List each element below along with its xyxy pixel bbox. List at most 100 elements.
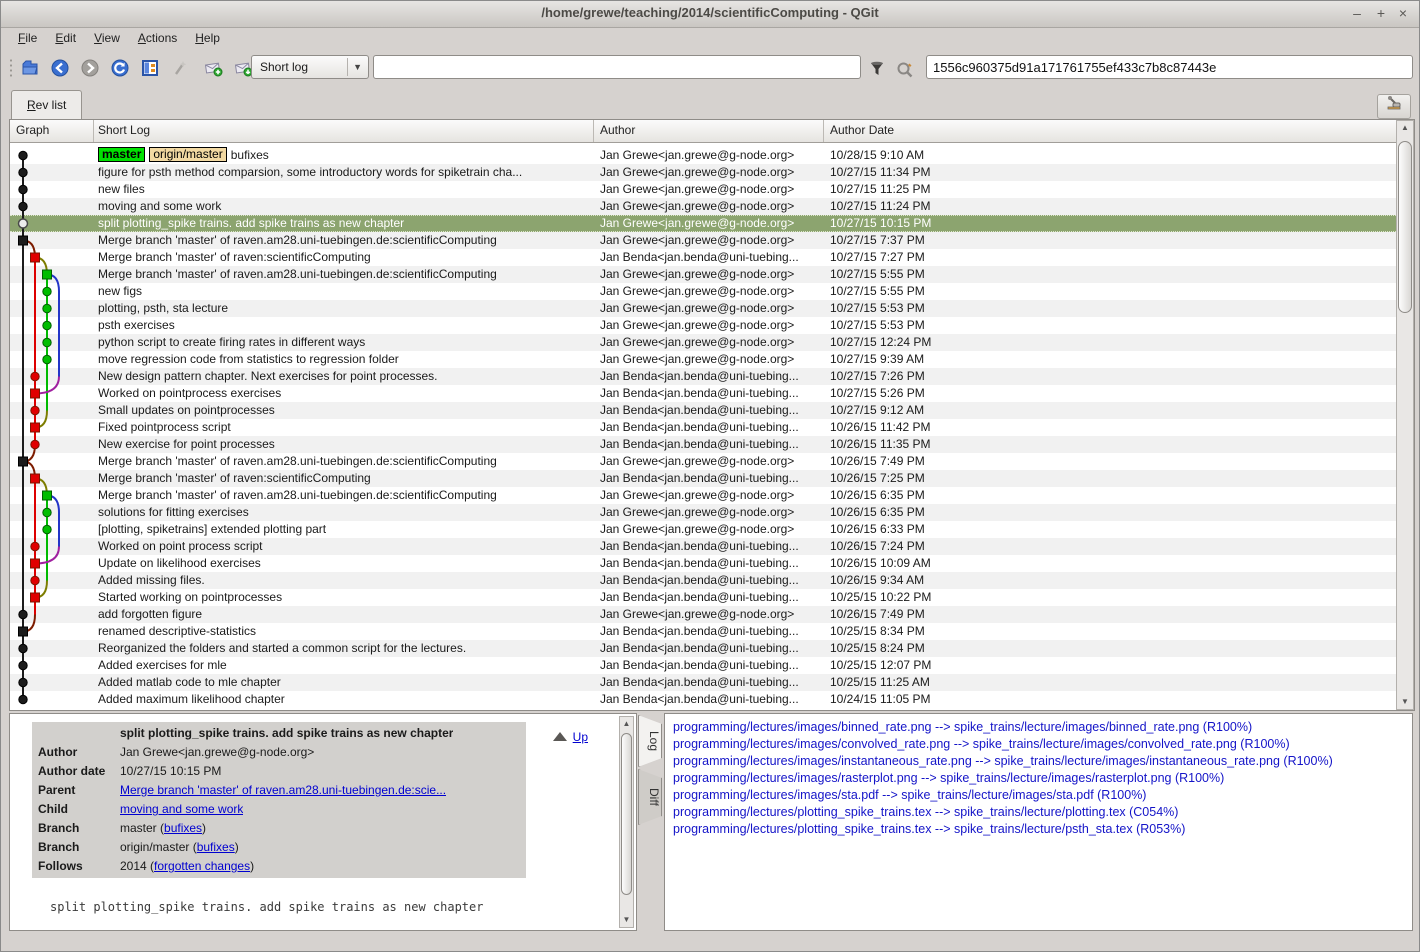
table-row[interactable]: Merge branch 'master' of raven.am28.uni-… bbox=[10, 266, 1414, 283]
highlight-filter-button[interactable] bbox=[864, 57, 890, 83]
menu-actions[interactable]: Actions bbox=[129, 27, 186, 49]
minimize-button[interactable]: – bbox=[1347, 4, 1367, 24]
file-rename-line[interactable]: programming/lectures/plotting_spike_trai… bbox=[673, 804, 1404, 821]
up-link-label[interactable]: Up bbox=[573, 730, 588, 744]
tab-diff[interactable]: Diff bbox=[638, 769, 662, 825]
table-row[interactable]: python script to create firing rates in … bbox=[10, 334, 1414, 351]
table-row[interactable]: Fixed pointprocess scriptJan Benda<jan.b… bbox=[10, 419, 1414, 436]
scrollbar-thumb[interactable] bbox=[1398, 141, 1412, 313]
details-link[interactable]: bufixes bbox=[197, 840, 235, 854]
table-row[interactable]: [plotting, spiketrains] extended plottin… bbox=[10, 521, 1414, 538]
scroll-down-icon[interactable]: ▼ bbox=[1397, 695, 1413, 709]
tab-log[interactable]: Log bbox=[638, 715, 662, 767]
details-link[interactable]: bufixes bbox=[164, 821, 202, 835]
table-row[interactable]: Merge branch 'master' of raven:scientifi… bbox=[10, 249, 1414, 266]
author-date-cell: 10/26/15 11:42 PM bbox=[824, 419, 1414, 436]
short-log-cell: figure for psth method comparsion, some … bbox=[94, 164, 594, 181]
forward-button[interactable] bbox=[77, 55, 103, 81]
filter-input[interactable] bbox=[373, 55, 861, 79]
scrollbar-thumb[interactable] bbox=[621, 733, 632, 895]
tab-rev-list[interactable]: Rev list bbox=[11, 90, 82, 119]
details-link[interactable]: forgotten changes bbox=[154, 859, 250, 873]
maximize-button[interactable]: + bbox=[1371, 4, 1391, 24]
wand-button[interactable] bbox=[167, 55, 193, 81]
table-row[interactable]: move regression code from statistics to … bbox=[10, 351, 1414, 368]
table-row[interactable]: Reorganized the folders and started a co… bbox=[10, 640, 1414, 657]
table-row[interactable]: Merge branch 'master' of raven.am28.uni-… bbox=[10, 487, 1414, 504]
column-header-short-log[interactable]: Short Log bbox=[94, 120, 594, 142]
table-row[interactable]: plotting, psth, sta lectureJan Grewe<jan… bbox=[10, 300, 1414, 317]
detach-view-button[interactable] bbox=[1377, 94, 1411, 119]
table-row[interactable]: masterorigin/masterbufixesJan Grewe<jan.… bbox=[10, 147, 1414, 164]
toolbar-handle[interactable] bbox=[9, 58, 13, 78]
table-row[interactable]: New design pattern chapter. Next exercis… bbox=[10, 368, 1414, 385]
back-button[interactable] bbox=[47, 55, 73, 81]
short-log-cell: Worked on point process script bbox=[94, 538, 594, 555]
up-link[interactable]: Up bbox=[553, 730, 588, 744]
file-rename-line[interactable]: programming/lectures/images/instantaneou… bbox=[673, 753, 1404, 770]
file-rename-line[interactable]: programming/lectures/plotting_spike_trai… bbox=[673, 821, 1404, 838]
details-scrollbar[interactable]: ▲ ▼ bbox=[619, 716, 634, 928]
scroll-down-icon[interactable]: ▼ bbox=[620, 913, 633, 927]
details-link[interactable]: moving and some work bbox=[120, 802, 243, 816]
author-cell: Jan Grewe<jan.grewe@g-node.org> bbox=[594, 453, 824, 470]
file-rename-line[interactable]: programming/lectures/images/convolved_ra… bbox=[673, 736, 1404, 753]
table-row[interactable]: Added missing files.Jan Benda<jan.benda@… bbox=[10, 572, 1414, 589]
table-row[interactable]: psth exercisesJan Grewe<jan.grewe@g-node… bbox=[10, 317, 1414, 334]
author-date-cell: 10/27/15 9:39 AM bbox=[824, 351, 1414, 368]
sha-input[interactable] bbox=[926, 55, 1413, 79]
close-button[interactable]: × bbox=[1393, 4, 1413, 24]
menu-view[interactable]: View bbox=[85, 27, 129, 49]
table-row[interactable]: Small updates on pointprocessesJan Benda… bbox=[10, 402, 1414, 419]
column-header-author-date[interactable]: Author Date bbox=[824, 120, 1414, 142]
author-date-cell: 10/26/15 10:09 AM bbox=[824, 555, 1414, 572]
author-date-cell: 10/25/15 8:24 PM bbox=[824, 640, 1414, 657]
find-button[interactable] bbox=[892, 57, 918, 83]
title-bar[interactable]: /home/grewe/teaching/2014/scientificComp… bbox=[1, 1, 1419, 28]
reload-button[interactable] bbox=[107, 55, 133, 81]
graph-cell bbox=[10, 266, 94, 283]
short-log-cell: split plotting_spike trains. add spike t… bbox=[94, 216, 594, 231]
table-row[interactable]: Added exercises for mleJan Benda<jan.ben… bbox=[10, 657, 1414, 674]
view-mode-select[interactable]: Short log ▼ bbox=[251, 55, 369, 79]
table-row[interactable]: renamed descriptive-statisticsJan Benda<… bbox=[10, 623, 1414, 640]
author-cell: Jan Benda<jan.benda@uni-tuebing... bbox=[594, 368, 824, 385]
scroll-up-icon[interactable]: ▲ bbox=[620, 717, 633, 731]
file-rename-line[interactable]: programming/lectures/images/binned_rate.… bbox=[673, 719, 1404, 736]
scroll-up-icon[interactable]: ▲ bbox=[1397, 121, 1413, 135]
table-row[interactable]: Added matlab code to mle chapterJan Bend… bbox=[10, 674, 1414, 691]
table-row[interactable]: add forgotten figureJan Grewe<jan.grewe@… bbox=[10, 606, 1414, 623]
file-rename-line[interactable]: programming/lectures/images/sta.pdf --> … bbox=[673, 787, 1404, 804]
details-link[interactable]: Merge branch 'master' of raven.am28.uni-… bbox=[120, 783, 446, 797]
table-row[interactable]: Added maximum likelihood chapterJan Bend… bbox=[10, 691, 1414, 708]
column-header-author[interactable]: Author bbox=[594, 120, 824, 142]
menu-edit[interactable]: Edit bbox=[46, 27, 85, 49]
table-row[interactable]: Merge branch 'master' of raven.am28.uni-… bbox=[10, 232, 1414, 249]
table-row[interactable]: Worked on pointprocess exercisesJan Bend… bbox=[10, 385, 1414, 402]
table-scrollbar[interactable]: ▲ ▼ bbox=[1396, 120, 1414, 710]
table-row[interactable]: new filesJan Grewe<jan.grewe@g-node.org>… bbox=[10, 181, 1414, 198]
table-row[interactable]: moving and some workJan Grewe<jan.grewe@… bbox=[10, 198, 1414, 215]
author-cell: Jan Benda<jan.benda@uni-tuebing... bbox=[594, 402, 824, 419]
menu-file[interactable]: File bbox=[9, 27, 46, 49]
table-row[interactable]: figure for psth method comparsion, some … bbox=[10, 164, 1414, 181]
table-row[interactable]: Worked on point process scriptJan Benda<… bbox=[10, 538, 1414, 555]
column-header-graph[interactable]: Graph bbox=[10, 120, 94, 142]
table-row[interactable]: Merge branch 'master' of raven.am28.uni-… bbox=[10, 453, 1414, 470]
table-row[interactable]: new figsJan Grewe<jan.grewe@g-node.org>1… bbox=[10, 283, 1414, 300]
author-cell: Jan Benda<jan.benda@uni-tuebing... bbox=[594, 538, 824, 555]
author-date-cell: 10/27/15 5:53 PM bbox=[824, 300, 1414, 317]
table-row[interactable]: solutions for fitting exercisesJan Grewe… bbox=[10, 504, 1414, 521]
table-row[interactable]: split plotting_spike trains. add spike t… bbox=[10, 215, 1414, 232]
table-row[interactable]: Merge branch 'master' of raven:scientifi… bbox=[10, 470, 1414, 487]
author-cell: Jan Grewe<jan.grewe@g-node.org> bbox=[594, 606, 824, 623]
save-patch-button[interactable] bbox=[201, 55, 227, 81]
menu-help[interactable]: Help bbox=[186, 27, 229, 49]
table-row[interactable]: Update on likelihood exercisesJan Benda<… bbox=[10, 555, 1414, 572]
file-rename-line[interactable]: programming/lectures/images/rasterplot.p… bbox=[673, 770, 1404, 787]
table-row[interactable]: New exercise for point processesJan Bend… bbox=[10, 436, 1414, 453]
view-button[interactable] bbox=[137, 55, 163, 81]
table-row[interactable]: Started working on pointprocessesJan Ben… bbox=[10, 589, 1414, 606]
open-repository-button[interactable] bbox=[17, 55, 43, 81]
author-cell: Jan Grewe<jan.grewe@g-node.org> bbox=[594, 283, 824, 300]
